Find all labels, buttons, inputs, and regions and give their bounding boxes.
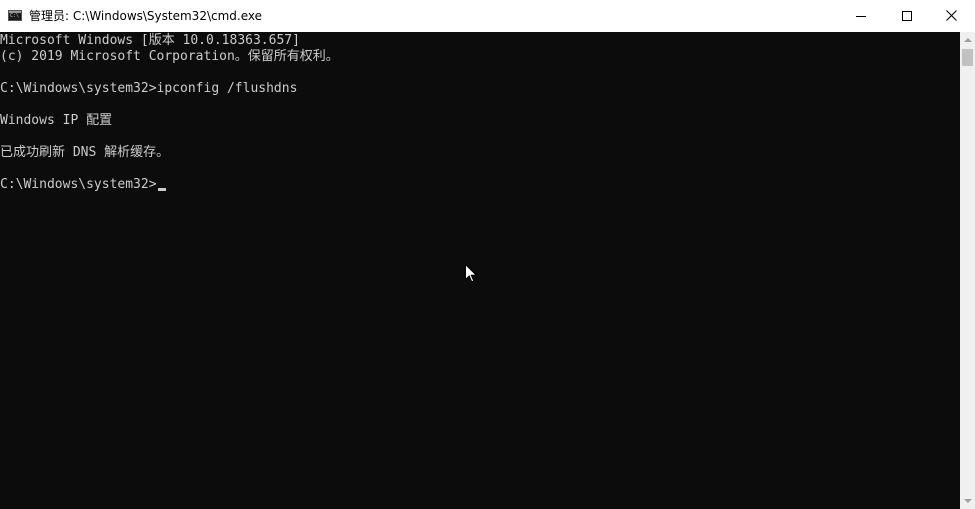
console-area[interactable]: Microsoft Windows [版本 10.0.18363.657] (c)… (0, 32, 960, 509)
console-line: (c) 2019 Microsoft Corporation。保留所有权利。 (0, 49, 339, 64)
maximize-button[interactable] (884, 0, 930, 32)
console-line: C:\Windows\system32>ipconfig /flushdns (0, 81, 298, 96)
minimize-button[interactable] (838, 0, 884, 32)
close-icon (946, 10, 957, 21)
console-prompt: C:\Windows\system32> (0, 177, 157, 192)
scroll-up-arrow-icon[interactable] (964, 38, 972, 42)
cmd-window: 管理员: C:\Windows\System32\cmd.exe Microso… (0, 0, 975, 509)
scroll-thumb[interactable] (962, 49, 973, 66)
console-line: Microsoft Windows [版本 10.0.18363.657] (0, 33, 300, 48)
console-line: 已成功刷新 DNS 解析缓存。 (0, 145, 170, 160)
console-output: Microsoft Windows [版本 10.0.18363.657] (c)… (0, 33, 339, 193)
cmd-icon[interactable] (8, 10, 22, 21)
console-prompt-line[interactable]: C:\Windows\system32> (0, 177, 339, 193)
title-bar[interactable]: 管理员: C:\Windows\System32\cmd.exe (0, 0, 975, 32)
close-button[interactable] (929, 0, 975, 32)
vertical-scrollbar[interactable] (960, 32, 975, 509)
scroll-down-arrow-icon[interactable] (964, 499, 972, 503)
text-cursor (157, 188, 166, 191)
mouse-pointer-icon (465, 264, 477, 283)
window-title: 管理员: C:\Windows\System32\cmd.exe (29, 9, 262, 23)
console-line: Windows IP 配置 (0, 113, 113, 128)
